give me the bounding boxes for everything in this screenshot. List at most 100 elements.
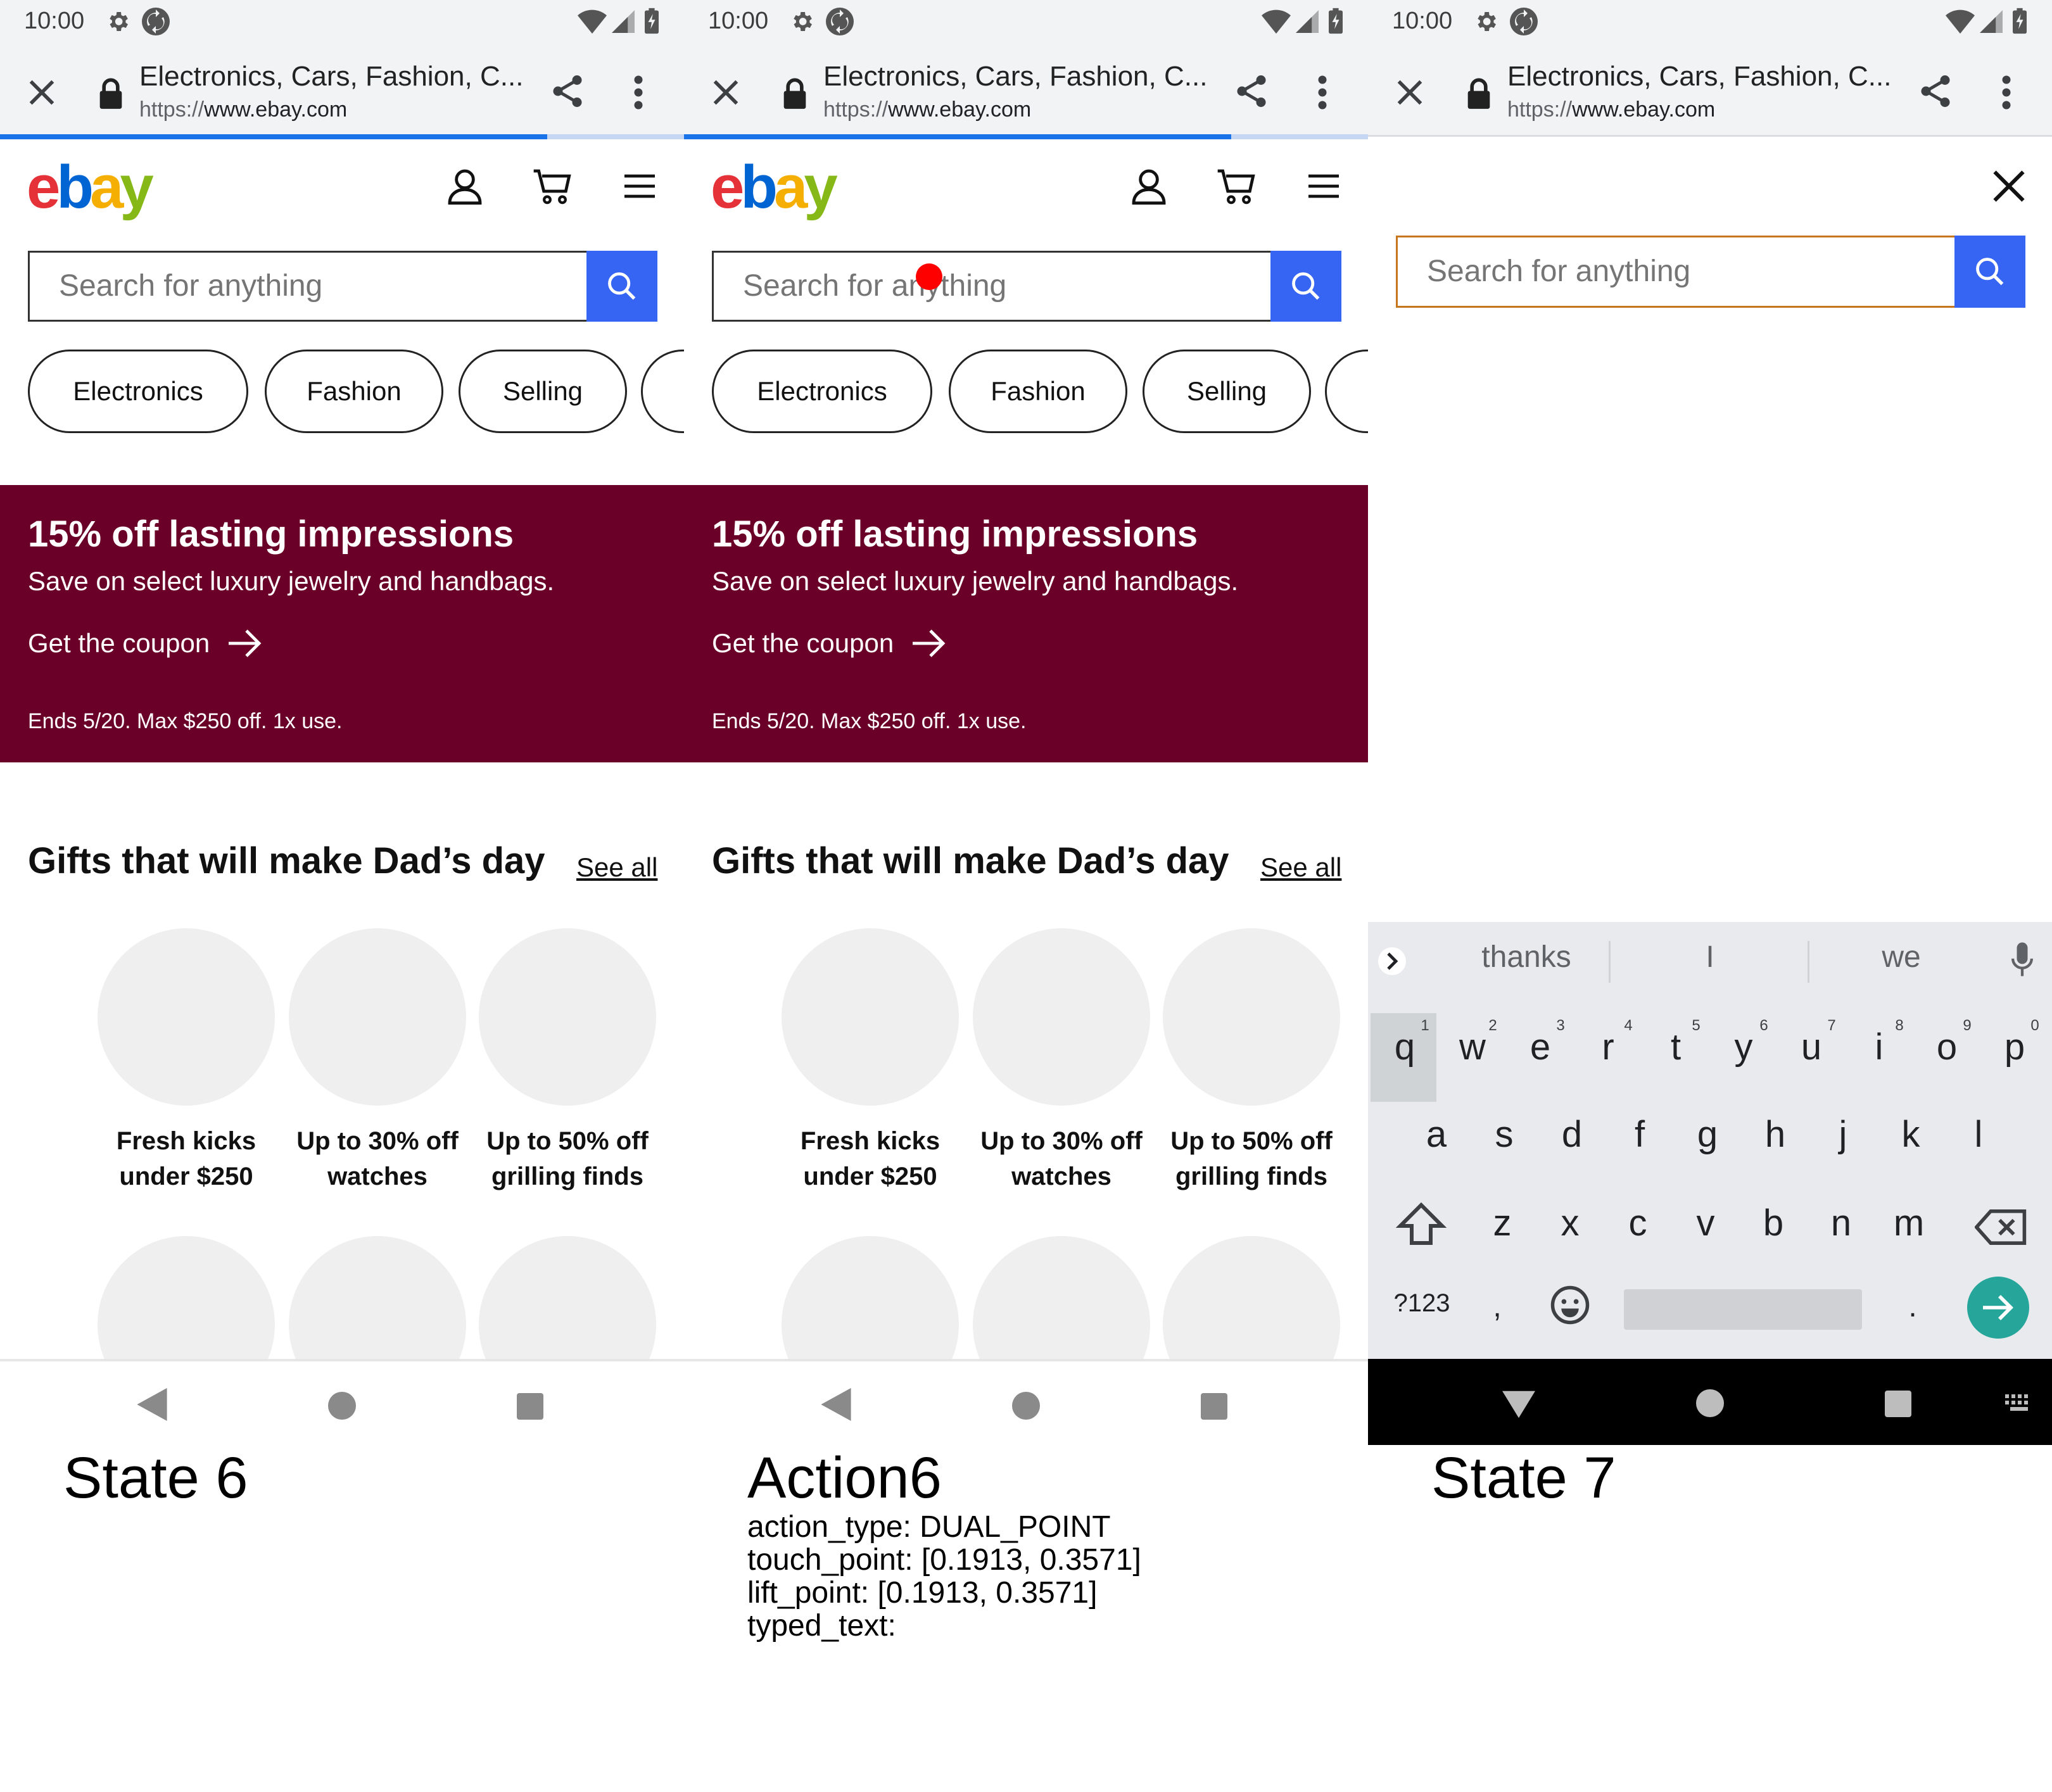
share-icon[interactable] bbox=[1232, 71, 1270, 111]
gift-caption-1[interactable]: Fresh kicks under $250 bbox=[775, 1123, 965, 1194]
pill-partial[interactable] bbox=[641, 350, 684, 433]
gift-caption-3[interactable]: Up to 50% off grilling finds bbox=[1156, 1123, 1346, 1194]
more-options-icon[interactable] bbox=[2000, 73, 2013, 111]
emoji-icon[interactable] bbox=[1549, 1284, 1591, 1326]
home-icon[interactable] bbox=[1696, 1389, 1724, 1417]
page-title[interactable]: Electronics, Cars, Fashion, C... bbox=[823, 61, 1207, 92]
key-z[interactable]: z bbox=[1471, 1202, 1534, 1244]
keyboard-switch-icon[interactable] bbox=[2004, 1393, 2034, 1413]
key-d[interactable]: d bbox=[1540, 1113, 1604, 1156]
page-url[interactable]: https://www.ebay.com bbox=[1507, 98, 1715, 122]
comma-key[interactable]: , bbox=[1472, 1289, 1523, 1324]
gift-image-3[interactable] bbox=[479, 928, 656, 1106]
promo-title: 15% off lasting impressions bbox=[712, 514, 1198, 555]
see-all-link[interactable]: See all bbox=[576, 852, 657, 883]
enter-key[interactable] bbox=[1967, 1277, 2029, 1339]
symbols-key[interactable]: ?123 bbox=[1368, 1289, 1476, 1318]
key-l[interactable]: l bbox=[1947, 1113, 2010, 1156]
key-h[interactable]: h bbox=[1744, 1113, 1807, 1156]
back-icon[interactable] bbox=[821, 1388, 851, 1421]
key-n[interactable]: n bbox=[1809, 1202, 1873, 1244]
pill-fashion[interactable]: Fashion bbox=[265, 350, 443, 433]
page-url[interactable]: https://www.ebay.com bbox=[139, 98, 347, 122]
cell-signal-icon bbox=[612, 10, 635, 33]
key-g[interactable]: g bbox=[1676, 1113, 1739, 1156]
page-url[interactable]: https://www.ebay.com bbox=[823, 98, 1031, 122]
share-icon[interactable] bbox=[548, 71, 586, 111]
menu-icon[interactable] bbox=[1303, 166, 1344, 206]
close-tab-icon[interactable] bbox=[25, 76, 58, 109]
gift-image-1[interactable] bbox=[782, 928, 959, 1106]
spacebar-key[interactable] bbox=[1624, 1289, 1862, 1330]
key-v[interactable]: v bbox=[1674, 1202, 1737, 1244]
promo-banner[interactable]: 15% off lasting impressions Save on sele… bbox=[684, 485, 1368, 762]
suggestion-3[interactable]: we bbox=[1806, 940, 1996, 975]
account-icon[interactable] bbox=[445, 166, 485, 206]
period-key[interactable]: . bbox=[1887, 1289, 1938, 1324]
search-input[interactable] bbox=[1398, 237, 1958, 306]
search-button[interactable] bbox=[1954, 236, 2025, 308]
gift-image-1[interactable] bbox=[98, 928, 275, 1106]
gift-image-2[interactable] bbox=[973, 928, 1150, 1106]
key-m[interactable]: m bbox=[1877, 1202, 1941, 1244]
key-b[interactable]: b bbox=[1742, 1202, 1805, 1244]
cart-icon[interactable] bbox=[1216, 166, 1257, 206]
microphone-icon[interactable] bbox=[2011, 941, 2033, 979]
promo-cta-link[interactable]: Get the coupon bbox=[712, 627, 948, 660]
pill-partial[interactable] bbox=[1325, 350, 1368, 433]
hide-keyboard-icon[interactable] bbox=[1502, 1391, 1535, 1418]
see-all-link[interactable]: See all bbox=[1260, 852, 1341, 883]
pill-electronics[interactable]: Electronics bbox=[712, 350, 932, 433]
menu-icon[interactable] bbox=[619, 166, 660, 206]
cart-icon[interactable] bbox=[532, 166, 573, 206]
pill-fashion[interactable]: Fashion bbox=[949, 350, 1127, 433]
gift-caption-2[interactable]: Up to 30% off watches bbox=[966, 1123, 1156, 1194]
back-icon[interactable] bbox=[137, 1388, 167, 1421]
key-k[interactable]: k bbox=[1879, 1113, 1942, 1156]
recents-icon[interactable] bbox=[517, 1393, 543, 1420]
arrow-right-icon bbox=[1983, 1295, 2013, 1320]
promo-banner[interactable]: 15% off lasting impressions Save on sele… bbox=[0, 485, 684, 762]
recents-icon[interactable] bbox=[1201, 1393, 1227, 1420]
ebay-logo[interactable]: ebay bbox=[27, 157, 154, 218]
search-input[interactable] bbox=[30, 253, 590, 320]
key-s[interactable]: s bbox=[1472, 1113, 1536, 1156]
key-a[interactable]: a bbox=[1405, 1113, 1468, 1156]
gift-caption-2[interactable]: Up to 30% off watches bbox=[282, 1123, 472, 1194]
page-title[interactable]: Electronics, Cars, Fashion, C... bbox=[1507, 61, 1891, 92]
search-input[interactable] bbox=[714, 253, 1274, 320]
search-button[interactable] bbox=[586, 251, 657, 322]
key-j[interactable]: j bbox=[1811, 1113, 1875, 1156]
more-options-icon[interactable] bbox=[632, 73, 645, 111]
suggestion-1[interactable]: thanks bbox=[1431, 940, 1621, 975]
backspace-icon[interactable] bbox=[1975, 1207, 2028, 1247]
gift-caption-3[interactable]: Up to 50% off grilling finds bbox=[472, 1123, 662, 1194]
recents-icon[interactable] bbox=[1885, 1391, 1911, 1417]
close-tab-icon[interactable] bbox=[1393, 76, 1426, 109]
pill-selling[interactable]: Selling bbox=[1143, 350, 1311, 433]
share-icon[interactable] bbox=[1916, 71, 1954, 111]
gift-caption-1[interactable]: Fresh kicks under $250 bbox=[91, 1123, 281, 1194]
suggestion-divider bbox=[1609, 941, 1611, 983]
key-x[interactable]: x bbox=[1538, 1202, 1602, 1244]
more-options-icon[interactable] bbox=[1316, 73, 1329, 111]
gift-image-3[interactable] bbox=[1163, 928, 1340, 1106]
close-search-icon[interactable] bbox=[1990, 167, 2028, 205]
search-button[interactable] bbox=[1270, 251, 1341, 322]
soft-keyboard: thanks I we ?123 , . q1w2e3r4t5y6u7i8o9p… bbox=[1368, 922, 2052, 1359]
account-icon[interactable] bbox=[1129, 166, 1169, 206]
suggestion-2[interactable]: I bbox=[1615, 940, 1805, 975]
home-icon[interactable] bbox=[1012, 1392, 1040, 1420]
page-title[interactable]: Electronics, Cars, Fashion, C... bbox=[139, 61, 523, 92]
shift-icon[interactable] bbox=[1395, 1201, 1448, 1247]
key-c[interactable]: c bbox=[1606, 1202, 1669, 1244]
close-tab-icon[interactable] bbox=[709, 76, 742, 109]
key-f[interactable]: f bbox=[1608, 1113, 1671, 1156]
pill-selling[interactable]: Selling bbox=[459, 350, 627, 433]
pill-electronics[interactable]: Electronics bbox=[28, 350, 248, 433]
gift-image-2[interactable] bbox=[289, 928, 466, 1106]
expand-chevron-icon[interactable] bbox=[1377, 943, 1407, 979]
promo-cta-link[interactable]: Get the coupon bbox=[28, 627, 264, 660]
ebay-logo[interactable]: ebay bbox=[711, 157, 838, 218]
home-icon[interactable] bbox=[328, 1392, 356, 1420]
